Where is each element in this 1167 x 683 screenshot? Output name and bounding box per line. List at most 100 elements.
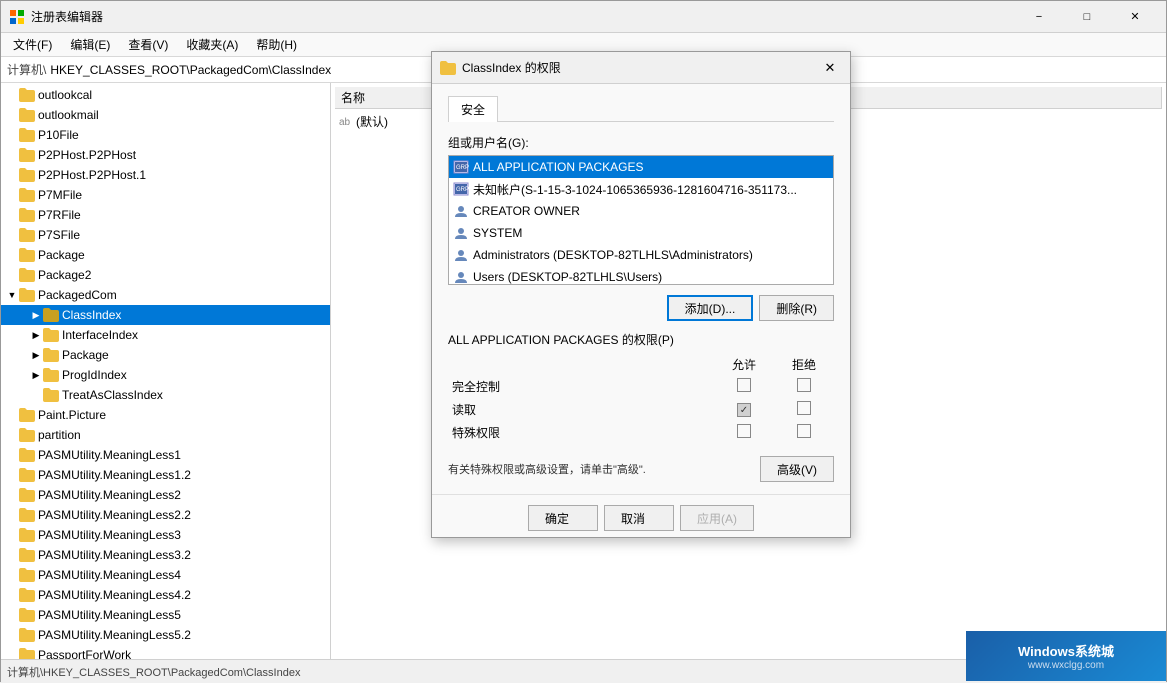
user-item-creator-owner[interactable]: CREATOR OWNER [449,200,833,222]
perm-deny-cell [774,398,834,421]
tree-item[interactable]: PASMUtility.MeaningLess4.2 [1,585,330,605]
tree-item-packagedcom[interactable]: ▼ PackagedCom [1,285,330,305]
menu-file[interactable]: 文件(F) [5,34,60,56]
folder-icon [19,148,35,162]
tree-item[interactable]: ▶ Package [1,345,330,365]
footer-row: 有关特殊权限或高级设置，请单击"高级". 高级(V) [448,452,834,482]
maximize-button[interactable]: □ [1064,2,1110,32]
tree-item[interactable]: ▶ InterfaceIndex [1,325,330,345]
app-title: 注册表编辑器 [31,8,103,25]
apply-button[interactable]: 应用(A) [680,505,754,531]
user-icon [453,226,469,240]
minimize-button[interactable]: − [1016,2,1062,32]
user-item-users[interactable]: Users (DESKTOP-82TLHLS\Users) [449,266,833,285]
dialog-tab-bar: 安全 [448,96,834,122]
tree-item[interactable]: P2PHost.P2PHost [1,145,330,165]
expand-icon: ▶ [29,310,43,321]
tree-item[interactable]: PASMUtility.MeaningLess3 [1,525,330,545]
close-button[interactable]: ✕ [1112,2,1158,32]
perms-label-text: ALL APPLICATION PACKAGES 的权限(P) [448,333,674,347]
svg-text:ab: ab [339,117,351,128]
perms-col-allow: 允许 [714,354,774,375]
status-text: 计算机\HKEY_CLASSES_ROOT\PackagedCom\ClassI… [7,664,300,680]
perm-name: 完全控制 [448,375,714,398]
tree-panel[interactable]: outlookcal outlookmail P10File P2PHost.P… [1,83,331,659]
permissions-dialog: ClassIndex 的权限 ✕ 安全 组或用户名(G): GRP ALL [431,51,851,538]
tree-item[interactable]: P7MFile [1,185,330,205]
perm-deny-checkbox[interactable] [797,378,811,392]
tree-item[interactable]: PASMUtility.MeaningLess4 [1,565,330,585]
tree-item[interactable]: outlookcal [1,85,330,105]
tree-item[interactable]: TreatAsClassIndex [1,385,330,405]
tree-item[interactable]: PASMUtility.MeaningLess1.2 [1,465,330,485]
ab-icon: ab [339,114,353,128]
menu-favorites[interactable]: 收藏夹(A) [178,34,246,56]
tree-item[interactable]: PASMUtility.MeaningLess5 [1,605,330,625]
tree-item[interactable]: PassportForWork [1,645,330,659]
perm-row: 读取 [448,398,834,421]
tab-security[interactable]: 安全 [448,96,498,122]
perm-allow-checkbox[interactable] [737,378,751,392]
user-label: Administrators (DESKTOP-82TLHLS\Administ… [473,248,753,262]
tree-item[interactable]: PASMUtility.MeaningLess2.2 [1,505,330,525]
user-item-system[interactable]: SYSTEM [449,222,833,244]
user-label: CREATOR OWNER [473,204,580,218]
perm-allow-checkbox[interactable] [737,424,751,438]
tree-item[interactable]: P7RFile [1,205,330,225]
folder-icon [19,128,35,142]
group-icon: GRP [453,182,469,196]
perm-row: 完全控制 [448,375,834,398]
dialog-folder-icon [440,61,456,75]
users-list[interactable]: GRP ALL APPLICATION PACKAGES GRP 未知帐户(S-… [448,155,834,285]
perms-label: ALL APPLICATION PACKAGES 的权限(P) [448,331,834,348]
perm-allow-checkbox[interactable] [737,403,751,417]
tree-item[interactable]: PASMUtility.MeaningLess5.2 [1,625,330,645]
menu-help[interactable]: 帮助(H) [248,34,305,56]
user-label: Users (DESKTOP-82TLHLS\Users) [473,270,662,284]
menu-view[interactable]: 查看(V) [120,34,176,56]
menu-edit[interactable]: 编辑(E) [62,34,118,56]
tree-item[interactable]: PASMUtility.MeaningLess2 [1,485,330,505]
folder-icon [43,328,59,342]
tree-item[interactable]: Package [1,245,330,265]
cancel-button[interactable]: 取消 [604,505,674,531]
tree-item[interactable]: P7SFile [1,225,330,245]
perm-deny-checkbox[interactable] [797,424,811,438]
perm-allow-cell [714,398,774,421]
tree-item[interactable]: P2PHost.P2PHost.1 [1,165,330,185]
perm-deny-checkbox[interactable] [797,401,811,415]
tree-item[interactable]: ▶ ProgIdIndex [1,365,330,385]
ok-button[interactable]: 确定 [528,505,598,531]
expand-icon: ▶ [29,350,43,361]
folder-icon [19,648,35,659]
dialog-close-button[interactable]: ✕ [818,56,842,80]
folder-icon [19,468,35,482]
tree-item[interactable]: partition [1,425,330,445]
folder-icon [19,588,35,602]
user-item-administrators[interactable]: Administrators (DESKTOP-82TLHLS\Administ… [449,244,833,266]
tree-item[interactable]: P10File [1,125,330,145]
tree-item[interactable]: PASMUtility.MeaningLess3.2 [1,545,330,565]
perm-row: 特殊权限 [448,421,834,444]
folder-icon [19,248,35,262]
remove-button[interactable]: 删除(R) [759,295,834,321]
tree-item[interactable]: outlookmail [1,105,330,125]
add-button[interactable]: 添加(D)... [667,295,754,321]
tree-item[interactable]: Paint.Picture [1,405,330,425]
perm-allow-cell [714,421,774,444]
folder-icon [19,528,35,542]
watermark-title: Windows系统城 [1018,641,1114,660]
user-item-all-packages[interactable]: GRP ALL APPLICATION PACKAGES [449,156,833,178]
user-label: SYSTEM [473,226,522,240]
tree-item[interactable]: PASMUtility.MeaningLess1 [1,445,330,465]
user-icon [453,204,469,218]
tree-item-classindex[interactable]: ▶ ClassIndex [1,305,330,325]
advanced-button[interactable]: 高级(V) [760,456,834,482]
folder-icon [19,228,35,242]
tree-item[interactable]: Package2 [1,265,330,285]
regedit-window: 注册表编辑器 − □ ✕ 文件(F) 编辑(E) 查看(V) 收藏夹(A) 帮助… [0,0,1167,682]
folder-icon [19,508,35,522]
user-item-unknown[interactable]: GRP 未知帐户(S-1-15-3-1024-1065365936-128160… [449,178,833,200]
folder-icon [19,628,35,642]
folder-icon [19,548,35,562]
